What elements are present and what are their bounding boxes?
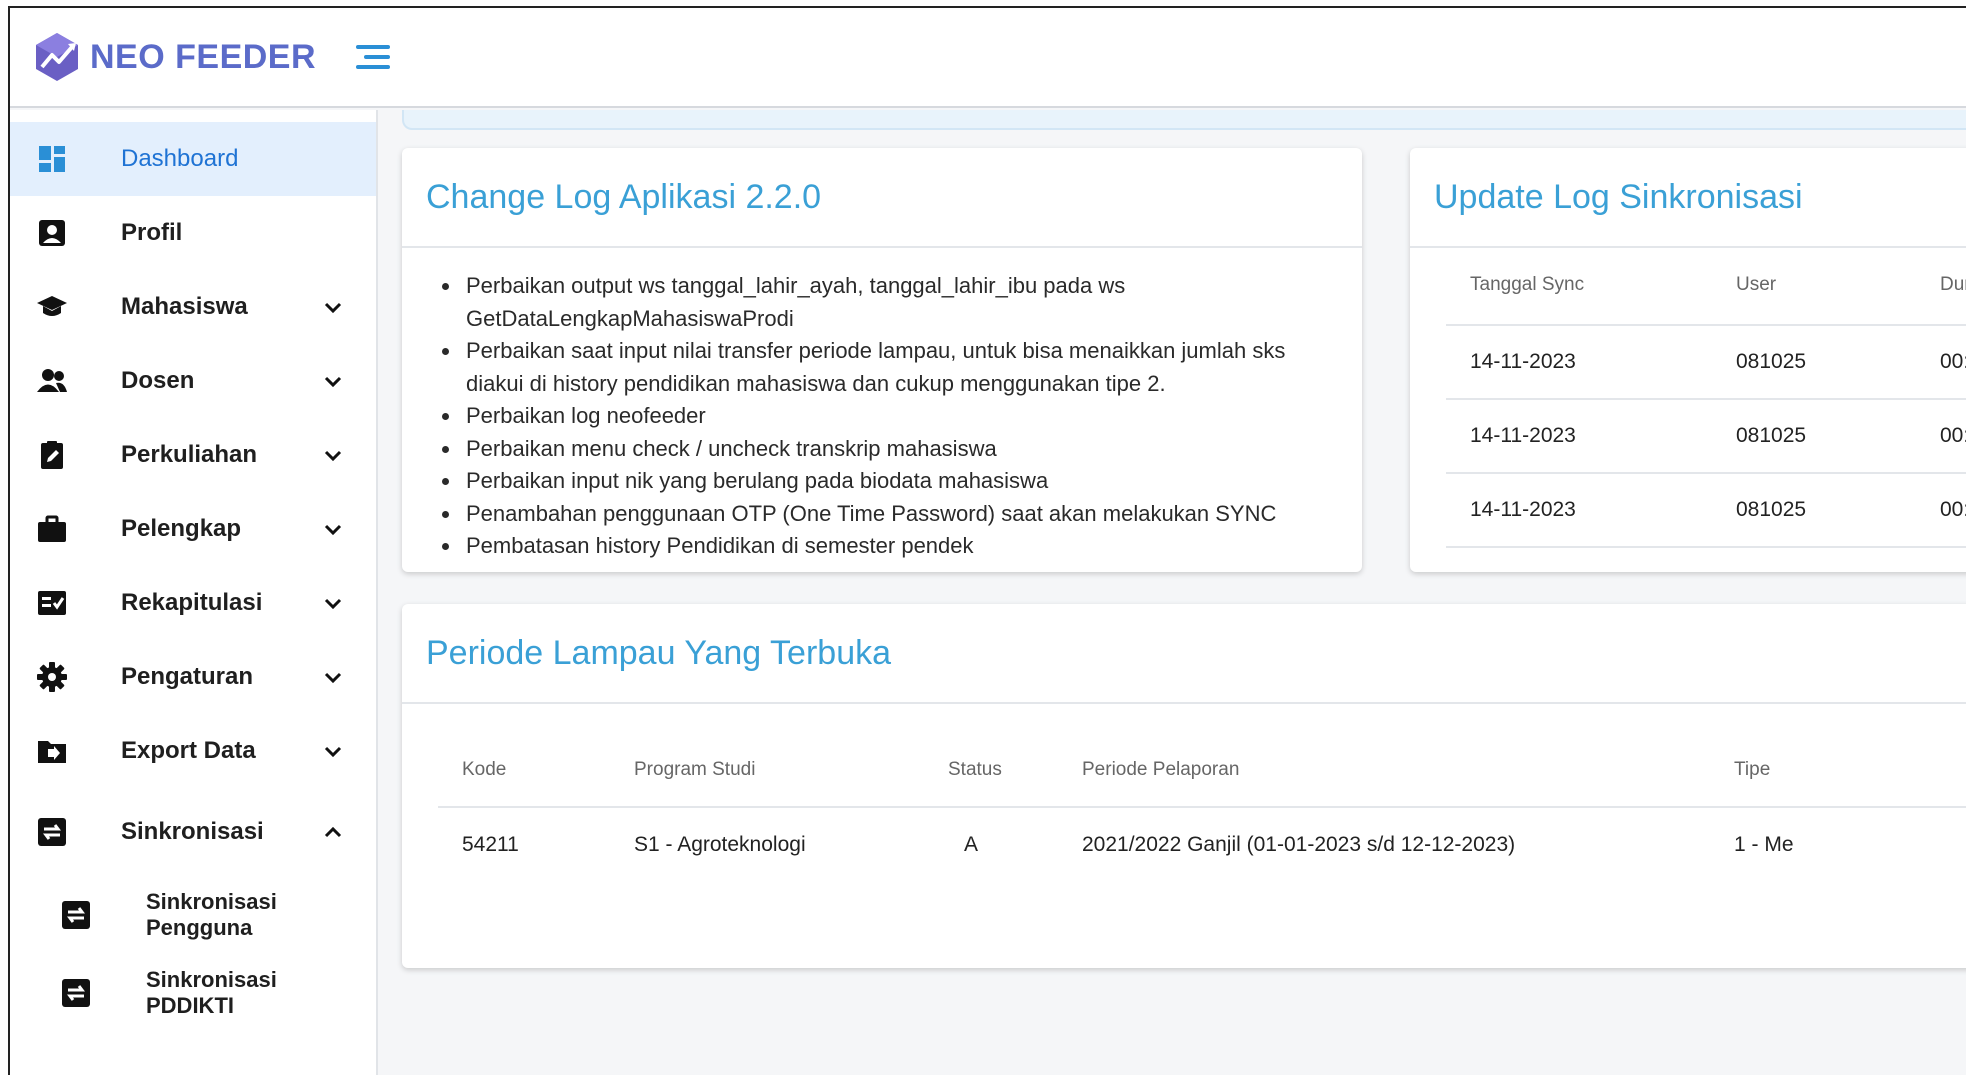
cell-status: A [964,833,979,856]
changelog-title: Change Log Aplikasi 2.2.0 [402,148,1362,248]
app-logo[interactable]: NEO FEEDER [32,31,316,83]
sidebar-item-label: Rekapitulasi [121,589,263,616]
cell-durasi: 00:0 [1940,424,1966,447]
table-row: 54211 S1 - Agroteknologi A 2021/2022 Gan… [438,808,1966,882]
list-item: Penambahan penggunaan OTP (One Time Pass… [462,498,1338,531]
top-banner-strip [402,110,1966,130]
cell-kode: 54211 [462,833,519,856]
cell-program-studi: S1 - Agroteknologi [634,833,806,856]
cell-tanggal: 14-11-2023 [1470,350,1576,373]
chevron-up-icon [324,826,342,838]
sidebar-item-perkuliahan[interactable]: Perkuliahan [10,418,376,492]
sidebar-item-export-data[interactable]: Export Data [10,714,376,788]
column-header[interactable]: Dura [1940,274,1966,296]
cell-periode-pelaporan: 2021/2022 Ganjil (01-01-2023 s/d 12-12-2… [1082,833,1516,856]
periode-table: Kode Program Studi Status Periode Pelapo… [438,734,1966,882]
sidebar-subitem-label: Sinkronisasi PDDIKTI [146,967,277,1018]
chevron-down-icon [324,450,342,462]
table-row: 14-11-2023 081025 00:0 [1446,400,1966,474]
list-item: Perbaikan output ws tanggal_lahir_ayah, … [462,270,1338,335]
changelog-card: Change Log Aplikasi 2.2.0 Perbaikan outp… [402,148,1362,572]
gear-icon [36,661,68,693]
chevron-down-icon [324,672,342,684]
cell-user: 081025 [1736,498,1807,521]
sidebar-item-dosen[interactable]: Dosen [10,344,376,418]
periode-title: Periode Lampau Yang Terbuka [402,604,1966,704]
table-header-row: Tanggal Sync User Dura [1446,246,1966,326]
cell-durasi: 00:0 [1940,498,1966,521]
sidebar-item-label: Mahasiswa [121,293,248,320]
list-item: Perbaikan menu check / uncheck transkrip… [462,433,1338,466]
sidebar-item-pengaturan[interactable]: Pengaturan [10,640,376,714]
chevron-down-icon [324,746,342,758]
changelog-list: Perbaikan output ws tanggal_lahir_ayah, … [402,248,1362,563]
sidebar: Dashboard Profil Mahasiswa Dosen Perkuli… [10,110,378,1075]
sidebar-item-label: Dashboard [121,145,239,172]
sidebar-subitem-label: Sinkronisasi Pengguna [146,889,277,940]
sidebar-item-rekapitulasi[interactable]: Rekapitulasi [10,566,376,640]
column-header[interactable]: Tanggal Sync [1470,274,1584,296]
column-header[interactable]: Tipe [1734,759,1770,781]
cell-user: 081025 [1736,424,1807,447]
sidebar-item-label: Sinkronisasi [121,818,264,845]
column-header[interactable]: Status [948,759,1002,781]
sync-icon [60,977,92,1009]
list-item: Perbaikan log neofeeder [462,400,1338,433]
graduation-cap-icon [36,291,68,323]
dashboard-icon [36,143,68,175]
sync-icon [60,899,92,931]
column-header[interactable]: Program Studi [634,759,755,781]
sidebar-item-profil[interactable]: Profil [10,196,376,270]
list-item: Perbaikan input nik yang berulang pada b… [462,465,1338,498]
sidebar-item-pelengkap[interactable]: Pelengkap [10,492,376,566]
sidebar-item-label: Dosen [121,367,195,394]
cell-durasi: 00:0 [1940,350,1966,373]
sidebar-item-label: Export Data [121,737,256,764]
sidebar-subitem-sinkronisasi-pddikti[interactable]: Sinkronisasi PDDIKTI [10,954,376,1032]
hamburger-menu-icon[interactable] [356,37,396,77]
cell-tanggal: 14-11-2023 [1470,424,1576,447]
app-window: NEO FEEDER Dashboard Profil Mahasiswa Do… [8,6,1966,1075]
sidebar-item-label: Perkuliahan [121,441,258,468]
sidebar-item-dashboard[interactable]: Dashboard [10,122,376,196]
sidebar-item-label: Profil [121,219,183,246]
users-icon [36,365,68,397]
sync-log-card: Update Log Sinkronisasi Tanggal Sync Use… [1410,148,1966,572]
list-item: Pembatasan history Pendidikan di semeste… [462,530,1338,563]
sidebar-item-label: Pelengkap [121,515,242,542]
sidebar-item-mahasiswa[interactable]: Mahasiswa [10,270,376,344]
chevron-down-icon [324,524,342,536]
chevron-down-icon [324,598,342,610]
periode-lampau-card: Periode Lampau Yang Terbuka Kode Program… [402,604,1966,968]
cell-tanggal: 14-11-2023 [1470,498,1576,521]
column-header[interactable]: User [1736,274,1776,296]
list-item: Perbaikan saat input nilai transfer peri… [462,335,1338,400]
folder-export-icon [36,735,68,767]
chevron-down-icon [324,376,342,388]
table-row: 14-11-2023 081025 00:0 [1446,474,1966,548]
top-bar: NEO FEEDER [10,8,1966,108]
sidebar-subitem-sinkronisasi-pengguna[interactable]: Sinkronisasi Pengguna [10,876,376,954]
cell-tipe: 1 - Me [1734,833,1794,856]
briefcase-icon [36,513,68,545]
cell-user: 081025 [1736,350,1807,373]
sync-log-table: Tanggal Sync User Dura 14-11-2023 081025… [1446,246,1966,548]
sidebar-item-sinkronisasi[interactable]: Sinkronisasi [10,788,376,876]
sync-log-title: Update Log Sinkronisasi [1410,148,1966,248]
sidebar-item-label: Pengaturan [121,663,254,690]
table-header-row: Kode Program Studi Status Periode Pelapo… [438,734,1966,808]
sync-icon [36,816,68,848]
clipboard-edit-icon [36,439,68,471]
neo-feeder-logo-icon [36,33,78,81]
column-header[interactable]: Periode Pelaporan [1082,759,1239,781]
app-title: NEO FEEDER [90,37,317,76]
profile-icon [36,217,68,249]
column-header[interactable]: Kode [462,759,506,781]
chevron-down-icon [324,302,342,314]
checklist-icon [36,587,68,619]
table-row: 14-11-2023 081025 00:0 [1446,326,1966,400]
